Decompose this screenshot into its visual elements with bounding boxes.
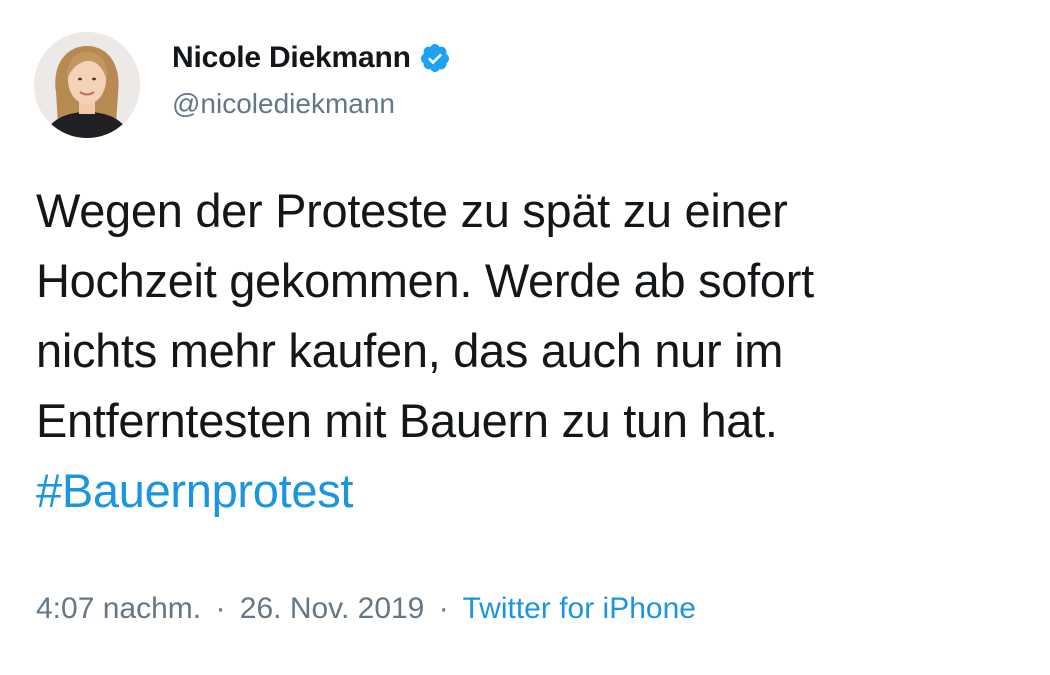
avatar-image: [34, 32, 140, 138]
author-name-row: Nicole Diekmann: [172, 38, 451, 78]
tweet-source-link[interactable]: Twitter for iPhone: [463, 592, 696, 625]
author-handle[interactable]: @nicolediekmann: [172, 88, 395, 120]
tweet-time[interactable]: 4:07 nachm.: [36, 592, 201, 625]
verified-badge-icon: [419, 42, 451, 74]
tweet-text-line: Entferntesten mit Bauern zu tun hat.: [36, 394, 778, 447]
tweet-text-line: Wegen der Proteste zu spät zu einer: [36, 184, 788, 237]
meta-separator: ·: [438, 592, 449, 625]
meta-separator: ·: [215, 592, 226, 625]
author-display-name[interactable]: Nicole Diekmann: [172, 41, 411, 75]
tweet-metadata: 4:07 nachm. · 26. Nov. 2019 · Twitter fo…: [36, 592, 696, 626]
tweet-text-line: nichts mehr kaufen, das auch nur im: [36, 324, 784, 377]
avatar[interactable]: [34, 32, 140, 138]
hashtag-link[interactable]: #Bauernprotest: [36, 464, 353, 517]
tweet-card: Nicole Diekmann @nicolediekmann Wegen de…: [0, 0, 1050, 675]
tweet-date[interactable]: 26. Nov. 2019: [240, 592, 425, 625]
tweet-text: Wegen der Proteste zu spät zu einer Hoch…: [36, 176, 1026, 526]
tweet-text-line: Hochzeit gekommen. Werde ab sofort: [36, 254, 814, 307]
